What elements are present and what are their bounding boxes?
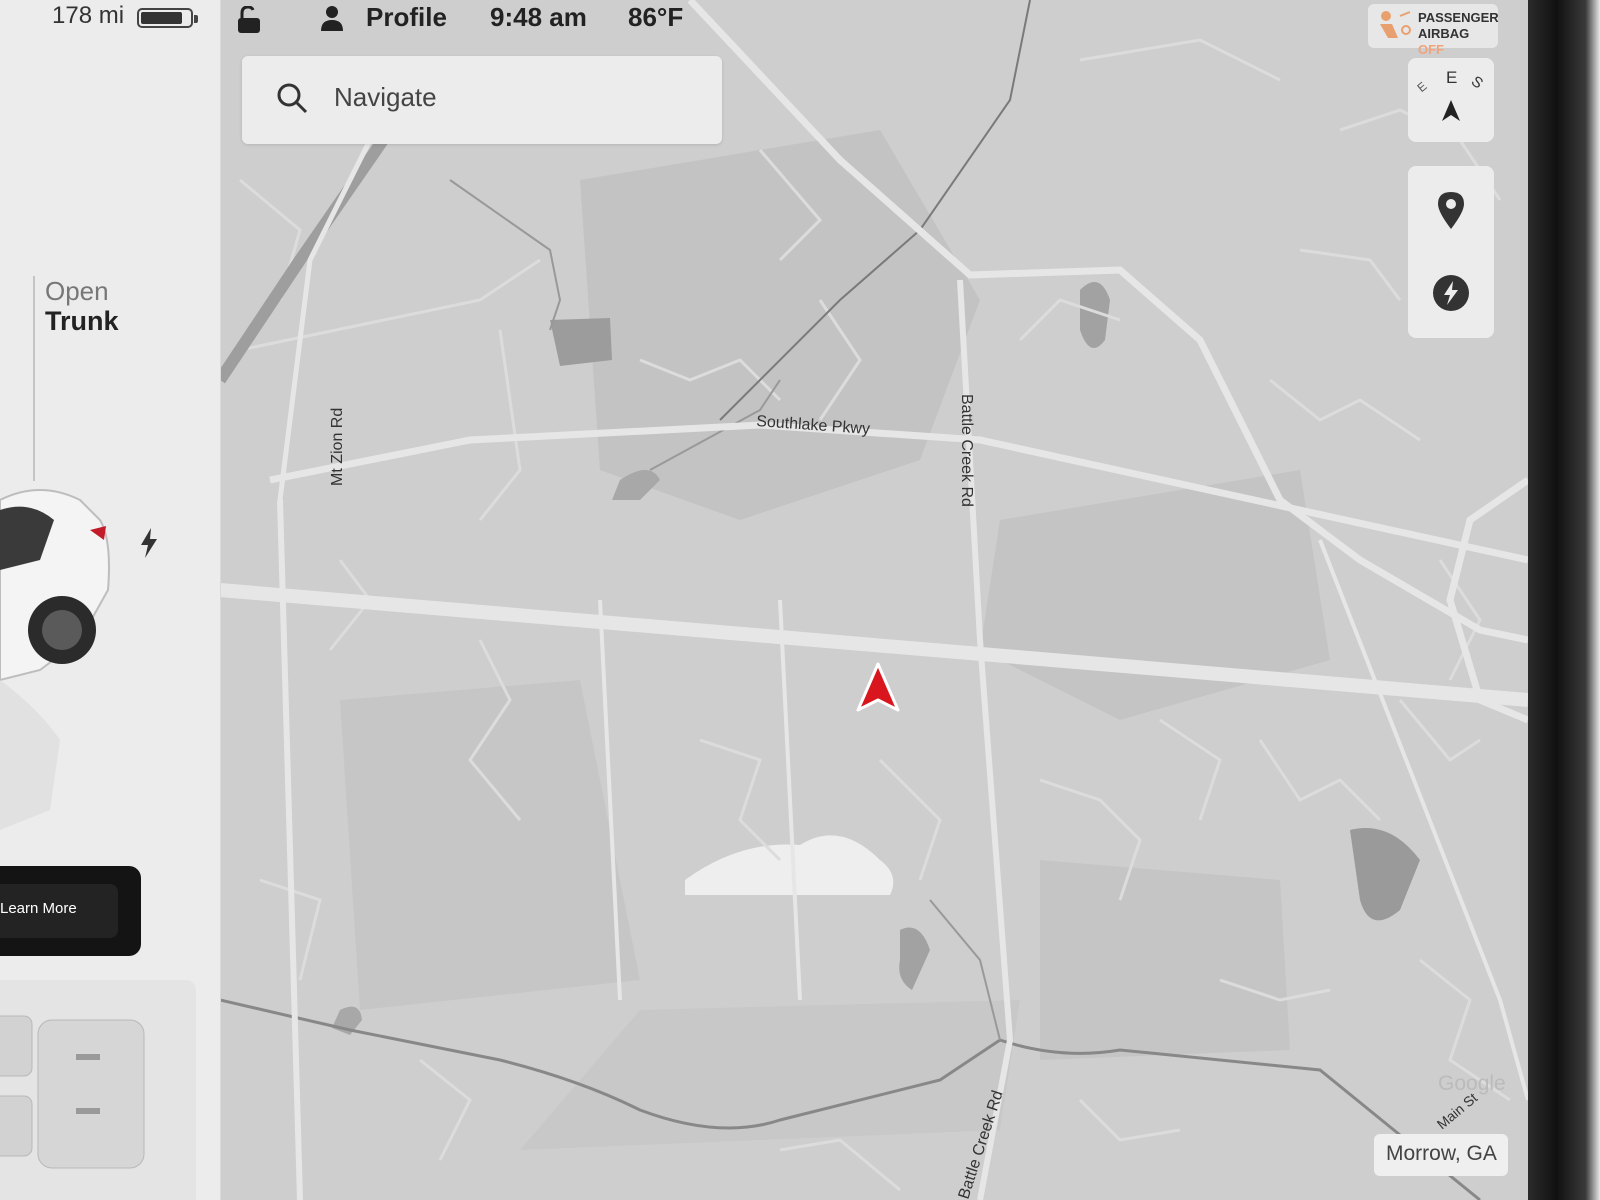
airbag-line2-prefix: AIRBAG — [1418, 26, 1470, 41]
airbag-line2: AIRBAG OFF — [1418, 26, 1499, 58]
compass-button[interactable]: E E S — [1408, 58, 1494, 142]
clock: 9:48 am — [490, 2, 587, 32]
heading-arrow-icon — [1442, 100, 1460, 121]
range-readout: 178 mi — [52, 2, 125, 29]
passenger-airbag-indicator: PASSENGER AIRBAG OFF — [1368, 4, 1499, 57]
learn-more-button[interactable]: Learn More — [0, 884, 118, 938]
panel-divider — [33, 276, 35, 481]
road-label-mt-zion: Mt Zion Rd — [329, 408, 346, 486]
car-rendering — [0, 489, 110, 830]
compass-letter: S — [1467, 72, 1487, 93]
learn-more-label: Learn More — [0, 900, 77, 917]
open-trunk-label-line1: Open — [45, 276, 109, 306]
passenger-airbag-icon — [1380, 11, 1411, 38]
unlocked-padlock-icon[interactable] — [236, 6, 262, 34]
compass-letter: E — [1446, 68, 1458, 87]
map-view[interactable]: Southlake Pkwy Mt Zion Rd Battle Creek R… — [215, 0, 1528, 1200]
touchscreen: Southlake Pkwy Mt Zion Rd Battle Creek R… — [0, 0, 1528, 1200]
compass-letter: E — [1414, 79, 1430, 95]
open-trunk-label-line2: Trunk — [45, 306, 119, 336]
map-pin-icon[interactable] — [1436, 190, 1466, 230]
map-canvas[interactable]: Southlake Pkwy Mt Zion Rd Battle Creek R… — [215, 0, 1528, 1200]
person-icon[interactable] — [320, 5, 344, 31]
map-zone — [1040, 860, 1290, 1060]
airbag-status-text: PASSENGER AIRBAG OFF — [1418, 10, 1499, 58]
airbag-state: OFF — [1418, 42, 1444, 57]
map-tools-panel — [1408, 166, 1494, 338]
search-icon — [277, 83, 308, 114]
battery-icon — [137, 8, 198, 28]
current-location-label: Morrow, GA — [1386, 1142, 1497, 1165]
learn-more-banner: Learn More — [0, 866, 141, 956]
seat-layout-icon — [0, 1015, 145, 1169]
battery-tip — [194, 15, 198, 23]
airbag-line1: PASSENGER — [1418, 10, 1499, 25]
vehicle-panel: 178 mi Open Trunk Learn More — [0, 0, 221, 1200]
screen-bezel — [1528, 0, 1600, 1200]
seat-heater-card[interactable] — [0, 980, 196, 1200]
supercharger-icon[interactable] — [1432, 274, 1470, 312]
map-attribution: Google — [1438, 1072, 1506, 1095]
outside-temperature: 86°F — [628, 2, 684, 32]
battery-fill — [141, 12, 182, 24]
profile-button[interactable]: Profile — [366, 2, 447, 33]
navigate-search-bar[interactable]: Navigate — [242, 56, 722, 144]
search-input[interactable]: Navigate — [334, 82, 437, 113]
lake — [550, 318, 612, 366]
road-label-battle-creek-north: Battle Creek Rd — [958, 394, 975, 507]
current-location-chip: Morrow, GA — [1374, 1134, 1508, 1176]
lightning-bolt-icon[interactable] — [137, 528, 161, 558]
